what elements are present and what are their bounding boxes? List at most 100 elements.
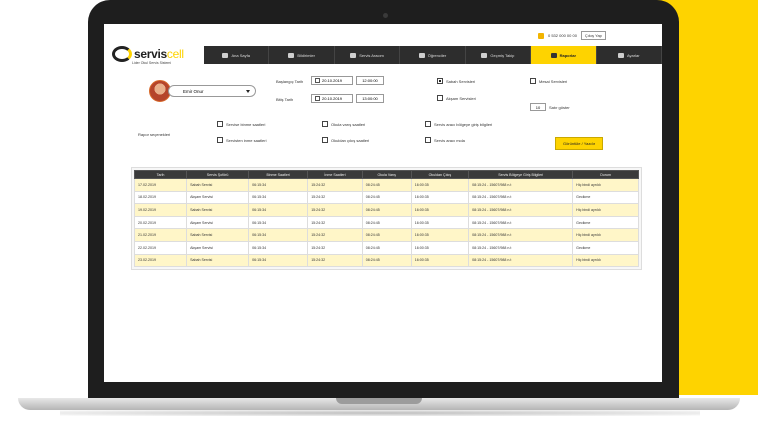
report-option-zone-entry[interactable]: Servis aracı bölgeye giriş bilgileri [425, 121, 492, 127]
chart-icon [550, 52, 557, 58]
column-header[interactable]: Okula Varış [361, 170, 412, 179]
table-cell: 15:24:32 [307, 190, 363, 205]
table-cell: 06:15:34 [248, 253, 309, 268]
table-cell: 08:24:45 [361, 178, 412, 192]
table-cell: 20.02.2019 [133, 215, 188, 230]
nav-item-home[interactable]: Ana Sayfa [204, 46, 270, 64]
nav-item-students[interactable]: Öğrenciler [400, 46, 466, 64]
nav-item-reports[interactable]: Raporlar [531, 46, 597, 64]
table-cell: 08:24:45 [361, 228, 412, 242]
column-header[interactable]: Okuldan Çıkış [410, 170, 470, 179]
checkbox-work-shift[interactable]: Mesai Servisleri [530, 78, 567, 84]
column-header[interactable]: Servis Bölgeye Giriş Bilgileri [468, 170, 574, 179]
table-cell: 08:15:24 - 15607/988 n.t [468, 228, 574, 242]
table-cell: 06:15:34 [248, 228, 309, 242]
table-cell: 15:24:32 [307, 178, 363, 192]
end-date-field[interactable]: 20.10.2019 [311, 94, 353, 103]
table-cell: 06:15:34 [248, 190, 309, 205]
table-cell: 22.02.2019 [133, 240, 188, 255]
table-cell: 15:24:32 [307, 240, 363, 255]
table-cell: Sabah Servisi [186, 178, 250, 192]
checkbox-evening[interactable]: Akşam Servisleri [437, 95, 476, 101]
column-header[interactable]: Binme Saatleri [248, 170, 309, 179]
table-cell: Akşam Servisi [186, 215, 250, 230]
table-cell: 18.02.2019 [133, 190, 188, 205]
table-cell: Hiç bindi ayrıldı [572, 228, 639, 242]
nav-item-notifications[interactable]: Bildirimler [269, 46, 335, 64]
table-row[interactable]: 21.02.2019 Sabah Servisi 06:15:34 15:24:32 0… [133, 228, 639, 242]
user-select[interactable]: Emir Onur [168, 85, 256, 97]
report-option-break[interactable]: Servis aracı mola [425, 137, 465, 143]
table-cell: 16:00:35 [410, 253, 470, 268]
table-cell: 16:00:35 [410, 203, 470, 217]
checkbox-box [530, 78, 536, 84]
app-screen: 0 532 000 00 00 Çıkış Yap serviscell Lid… [104, 24, 662, 382]
user-name: Emir Onur [183, 88, 204, 94]
nav-item-settings[interactable]: Ayarlar [597, 46, 662, 64]
table-row[interactable]: 19.02.2019 Sabah Servisi 06:15:34 15:24:32 0… [133, 203, 639, 217]
phone-number: 0 532 000 00 00 [548, 33, 577, 38]
table-row[interactable]: 22.02.2019 Akşam Servisi 06:15:34 15:24:32 0… [133, 240, 639, 255]
phone-icon [538, 32, 544, 39]
table-cell: 08:24:45 [361, 215, 412, 230]
table-row[interactable]: 17.02.2019 Sabah Servisi 06:15:34 15:24:32 0… [133, 178, 639, 192]
table-cell: 08:15:24 - 15607/988 n.t [468, 190, 574, 205]
logo-tagline: Lider Okul Servis Sistemi [132, 61, 172, 65]
megaphone-icon [288, 52, 295, 58]
checkbox-box [437, 95, 443, 101]
rows-per-page-select[interactable]: 10 [530, 103, 546, 111]
table-cell: 16:00:35 [410, 240, 470, 255]
column-header[interactable]: İnme Saatleri [307, 170, 363, 179]
table-row[interactable]: 18.02.2019 Akşam Servisi 06:15:34 15:24:32 0… [133, 190, 639, 205]
table-cell: Gecikme [572, 190, 639, 205]
checkbox-box [217, 137, 223, 143]
column-header[interactable]: Tarih [133, 170, 188, 179]
table-cell: 23.02.2019 [133, 253, 188, 268]
end-time-field[interactable]: 13:00:00 [356, 94, 384, 103]
start-date-label: Başlangıç Tarih [276, 79, 304, 84]
logo[interactable]: serviscell [112, 46, 184, 62]
table-cell: 15:24:32 [307, 253, 363, 268]
table-cell: 08:24:45 [361, 203, 412, 217]
rows-per-page-label: Satır göster [549, 105, 570, 110]
calendar-icon [315, 96, 320, 101]
column-header[interactable]: Durum [572, 170, 639, 179]
table-cell: 16:00:35 [410, 190, 470, 205]
nav-item-vehicle[interactable]: Servis Aracım [335, 46, 401, 64]
table-header-row: Tarih Servis Şoförü Binme Saatleri İnme Saa… [133, 170, 639, 179]
students-icon [418, 52, 425, 58]
table-cell: 08:24:45 [361, 253, 412, 268]
table-cell: Akşam Servisi [186, 240, 250, 255]
start-date-field[interactable]: 20.10.2019 [311, 76, 353, 85]
table-cell: Hiç bindi ayrıldı [572, 203, 639, 217]
logo-text: serviscell [134, 47, 184, 61]
laptop-shadow [60, 410, 700, 416]
report-option-school-arrival[interactable]: Okula varış saatleri [322, 121, 365, 127]
table-cell: Sabah Servisi [186, 253, 250, 268]
report-option-alighting[interactable]: Servisten inme saatleri [217, 137, 266, 143]
table-cell: 19.02.2019 [133, 203, 188, 217]
nav-item-history[interactable]: Geçmiş Takip [466, 46, 532, 64]
table-cell: Gecikme [572, 215, 639, 230]
report-option-school-departure[interactable]: Okuldan çıkış saatleri [322, 137, 369, 143]
camera-icon [383, 13, 388, 18]
logo-mark-icon [112, 46, 132, 62]
column-header[interactable]: Servis Şoförü [186, 170, 250, 179]
report-option-boarding[interactable]: Servise binme saatleri [217, 121, 265, 127]
checkbox-morning[interactable]: Sabah Servisleri [437, 78, 475, 84]
table-cell: 08:15:24 - 15607/988 n.t [468, 203, 574, 217]
checkbox-box [437, 78, 443, 84]
chevron-down-icon [246, 90, 250, 93]
table-cell: 15:24:32 [307, 228, 363, 242]
table-row[interactable]: 23.02.2019 Sabah Servisi 06:15:34 15:24:32 0… [133, 253, 639, 268]
view-report-button[interactable]: Görüntüle / Yazdır [555, 137, 603, 150]
utility-bar: 0 532 000 00 00 Çıkış Yap [538, 31, 606, 40]
table-cell: Akşam Servisi [186, 190, 250, 205]
table-cell: 08:24:45 [361, 240, 412, 255]
table-cell: 06:15:34 [248, 203, 309, 217]
table-row[interactable]: 20.02.2019 Akşam Servisi 06:15:34 15:24:32 0… [133, 215, 639, 230]
report-options-label: Rapor seçenekleri [138, 132, 171, 137]
logout-button[interactable]: Çıkış Yap [580, 31, 606, 40]
start-time-field[interactable]: 12:00:00 [356, 76, 384, 85]
checkbox-box [217, 121, 223, 127]
